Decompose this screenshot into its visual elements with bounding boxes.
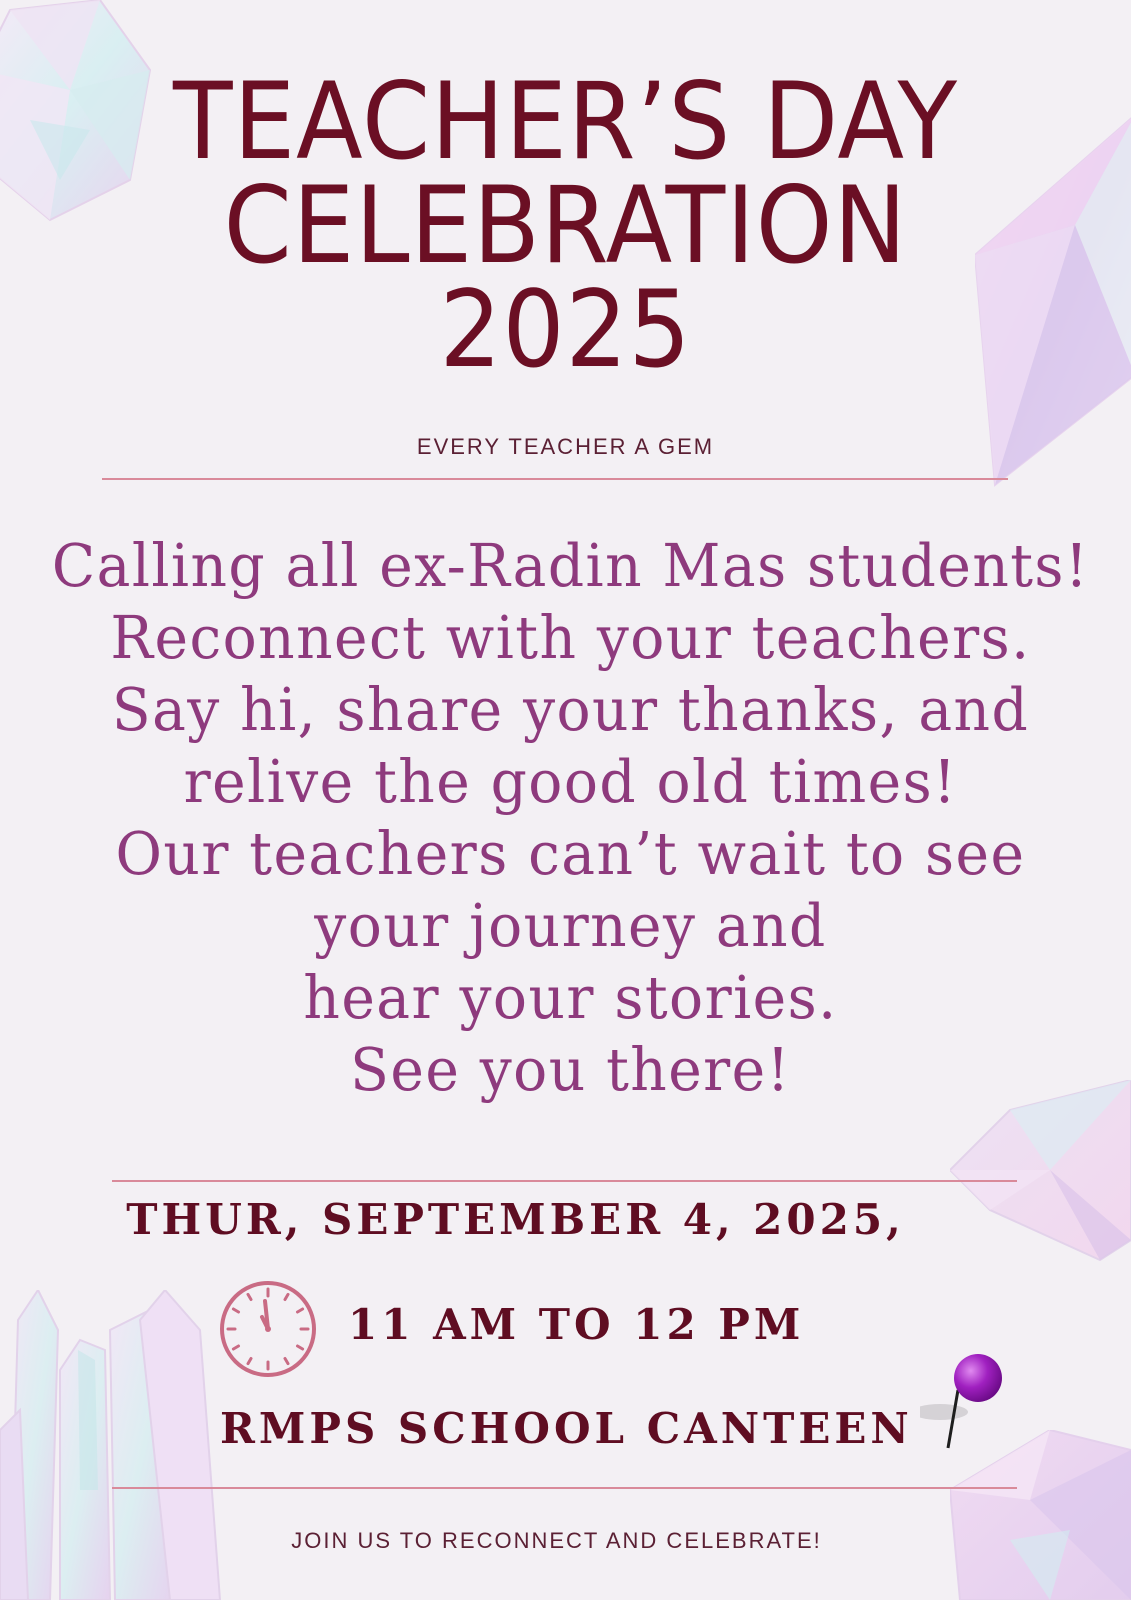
divider-middle <box>112 1180 1017 1182</box>
divider-bottom <box>112 1487 1017 1489</box>
message-line: Say hi, share your thanks, and <box>111 675 1030 744</box>
message-line: Our teachers can’t wait to see <box>115 819 1026 888</box>
event-time: 11 AM TO 12 PM <box>348 1300 805 1349</box>
message-line: hear your stories. <box>303 963 838 1032</box>
divider-top <box>102 478 1008 480</box>
footer-call-to-action: JOIN US TO RECONNECT AND CELEBRATE! <box>291 1528 822 1553</box>
title-line: CELEBRATION <box>223 164 908 287</box>
event-poster: TEACHER’S DAY CELEBRATION 2025 EVERY TEA… <box>0 0 1131 1600</box>
message-line: See you there! <box>350 1035 791 1104</box>
message-line: relive the good old times! <box>183 747 958 816</box>
clock-icon <box>220 1281 316 1377</box>
event-title: TEACHER’S DAY CELEBRATION 2025 <box>45 60 1086 391</box>
message-line: Calling all ex-Radin Mas students! <box>51 531 1090 600</box>
title-line: 2025 <box>439 268 692 391</box>
event-date: THUR, SEPTEMBER 4, 2025, <box>126 1195 905 1244</box>
message-line: your journey and <box>314 891 827 960</box>
map-pin-icon <box>920 1354 1002 1449</box>
crystal-bottom-right-icon <box>950 1430 1131 1600</box>
title-line: TEACHER’S DAY <box>173 60 958 183</box>
message-line: Reconnect with your teachers. <box>110 603 1031 672</box>
event-venue: RMPS SCHOOL CANTEEN <box>220 1404 913 1453</box>
invitation-message: Calling all ex-Radin Mas students! Recon… <box>42 530 1099 1106</box>
tagline: EVERY TEACHER A GEM <box>416 434 715 459</box>
